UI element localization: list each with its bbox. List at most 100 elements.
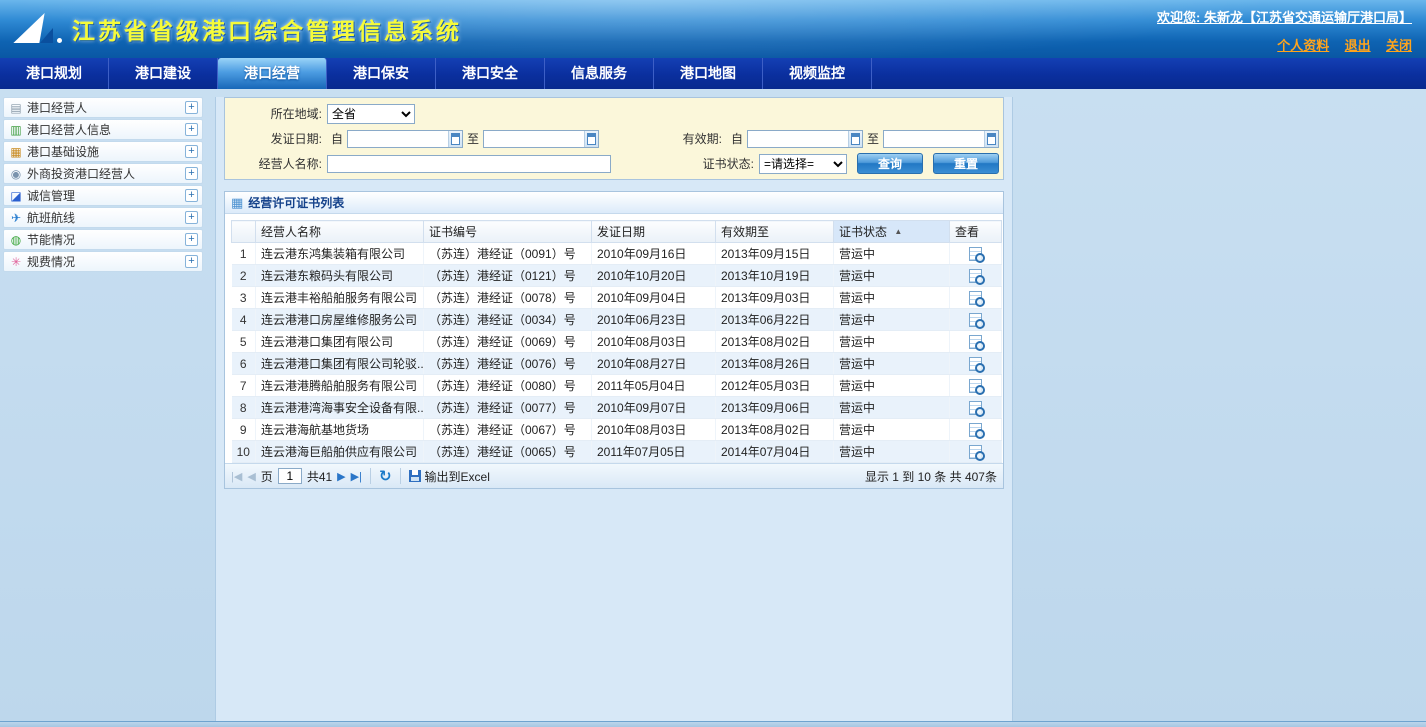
tab-port-construction[interactable]: 港口建设 (109, 58, 218, 89)
document-icon: ▤ (8, 101, 24, 115)
tab-port-planning[interactable]: 港口规划 (0, 58, 109, 89)
issue-date-to-input[interactable] (484, 131, 584, 147)
cert-status-label: 证书状态: (683, 155, 759, 172)
tab-video-monitor[interactable]: 视频监控 (763, 58, 872, 89)
cell-issue-date: 2010年09月07日 (592, 397, 716, 419)
view-icon[interactable] (969, 401, 982, 415)
table-row[interactable]: 5 连云港港口集团有限公司 （苏连）港经证（0069）号 2010年08月03日… (232, 331, 1002, 353)
to-label: 至 (867, 130, 879, 147)
expand-icon[interactable]: + (185, 167, 198, 180)
page-input[interactable] (278, 468, 302, 484)
cell-valid-until: 2013年10月19日 (716, 265, 834, 287)
next-page-button[interactable]: ▶ (337, 470, 345, 483)
to-label: 至 (467, 130, 479, 147)
region-select[interactable]: 全省 (327, 104, 415, 124)
tab-port-security[interactable]: 港口保安 (327, 58, 436, 89)
expand-icon[interactable]: + (185, 211, 198, 224)
expand-icon[interactable]: + (185, 123, 198, 136)
col-valid-until[interactable]: 有效期至 (716, 221, 834, 243)
table-row[interactable]: 7 连云港港腾船舶服务有限公司 （苏连）港经证（0080）号 2011年05月0… (232, 375, 1002, 397)
col-issue-date[interactable]: 发证日期 (592, 221, 716, 243)
sidebar-item-foreign-invested-operators[interactable]: ◉ 外商投资港口经营人 + (3, 163, 203, 184)
view-icon[interactable] (969, 313, 982, 327)
table-row[interactable]: 10 连云港海巨船舶供应有限公司 （苏连）港经证（0065）号 2011年07月… (232, 441, 1002, 463)
view-icon[interactable] (969, 357, 982, 371)
export-excel-button[interactable]: 输出到Excel (409, 468, 490, 485)
sidebar-item-shipping-routes[interactable]: ✈ 航班航线 + (3, 207, 203, 228)
close-link[interactable]: 关闭 (1386, 38, 1412, 53)
sidebar-item-port-operators[interactable]: ▤ 港口经营人 + (3, 97, 203, 118)
tab-port-operation[interactable]: 港口经营 (218, 58, 327, 89)
view-icon[interactable] (969, 445, 982, 459)
cell-issue-date: 2010年08月27日 (592, 353, 716, 375)
table-row[interactable]: 6 连云港港口集团有限公司轮驳... （苏连）港经证（0076）号 2010年0… (232, 353, 1002, 375)
calendar-icon[interactable] (584, 131, 598, 147)
calendar-icon[interactable] (984, 131, 998, 147)
cell-valid-until: 2013年09月15日 (716, 243, 834, 265)
profile-link[interactable]: 个人资料 (1277, 38, 1329, 53)
col-cert-no[interactable]: 证书编号 (424, 221, 592, 243)
app-logo-icon (14, 9, 62, 51)
col-view[interactable]: 查看 (950, 221, 1002, 243)
grid-icon: ▦ (231, 195, 243, 211)
document-info-icon: ▥ (8, 123, 24, 137)
cell-cert-no: （苏连）港经证（0091）号 (424, 243, 592, 265)
table-row[interactable]: 1 连云港东鸿集装箱有限公司 （苏连）港经证（0091）号 2010年09月16… (232, 243, 1002, 265)
cell-cert-no: （苏连）港经证（0121）号 (424, 265, 592, 287)
query-button[interactable]: 查询 (857, 153, 923, 174)
view-icon[interactable] (969, 379, 982, 393)
tab-port-safety[interactable]: 港口安全 (436, 58, 545, 89)
sidebar-item-credit-management[interactable]: ◪ 诚信管理 + (3, 185, 203, 206)
col-cert-status[interactable]: 证书状态 ▲ (834, 221, 950, 243)
issue-date-from-input[interactable] (348, 131, 448, 147)
expand-icon[interactable]: + (185, 145, 198, 158)
cell-operator-name: 连云港港口集团有限公司 (256, 331, 424, 353)
calendar-icon[interactable] (448, 131, 462, 147)
tab-port-map[interactable]: 港口地图 (654, 58, 763, 89)
prev-page-button[interactable]: ◀ (247, 470, 255, 483)
view-icon[interactable] (969, 423, 982, 437)
from-label: 自 (731, 130, 743, 147)
reset-button[interactable]: 重置 (933, 153, 999, 174)
table-row[interactable]: 2 连云港东粮码头有限公司 （苏连）港经证（0121）号 2010年10月20日… (232, 265, 1002, 287)
issue-date-label: 发证日期: (229, 130, 327, 147)
validity-label: 有效期: (651, 130, 727, 147)
region-label: 所在地域: (229, 105, 327, 122)
asterisk-icon: ✳ (8, 255, 24, 269)
cell-valid-until: 2013年08月02日 (716, 419, 834, 441)
col-row-number (232, 221, 256, 243)
view-icon[interactable] (969, 291, 982, 305)
cell-status: 营运中 (834, 419, 950, 441)
cell-status: 营运中 (834, 353, 950, 375)
expand-icon[interactable]: + (185, 255, 198, 268)
tab-info-service[interactable]: 信息服务 (545, 58, 654, 89)
cell-cert-no: （苏连）港经证（0034）号 (424, 309, 592, 331)
table-row[interactable]: 8 连云港港湾海事安全设备有限... （苏连）港经证（0077）号 2010年0… (232, 397, 1002, 419)
view-icon[interactable] (969, 247, 982, 261)
calendar-icon[interactable] (848, 131, 862, 147)
view-icon[interactable] (969, 269, 982, 283)
cert-status-select[interactable]: =请选择= (759, 154, 847, 174)
logout-link[interactable]: 退出 (1345, 38, 1371, 53)
first-page-button[interactable]: |◀ (231, 470, 242, 483)
expand-icon[interactable]: + (185, 101, 198, 114)
table-row[interactable]: 4 连云港港口房屋维修服务公司 （苏连）港经证（0034）号 2010年06月2… (232, 309, 1002, 331)
view-icon[interactable] (969, 335, 982, 349)
cell-valid-until: 2013年09月03日 (716, 287, 834, 309)
sidebar-item-port-infrastructure[interactable]: ▦ 港口基础设施 + (3, 141, 203, 162)
table-row[interactable]: 9 连云港海航基地货场 （苏连）港经证（0067）号 2010年08月03日 2… (232, 419, 1002, 441)
last-page-button[interactable]: ▶| (351, 470, 362, 483)
sidebar-item-operator-info[interactable]: ▥ 港口经营人信息 + (3, 119, 203, 140)
refresh-icon[interactable]: ↻ (379, 469, 392, 484)
validity-from-input[interactable] (748, 131, 848, 147)
table-row[interactable]: 3 连云港丰裕船舶服务有限公司 （苏连）港经证（0078）号 2010年09月0… (232, 287, 1002, 309)
sidebar-item-energy-saving[interactable]: ◍ 节能情况 + (3, 229, 203, 250)
col-operator-name[interactable]: 经营人名称 (256, 221, 424, 243)
cell-issue-date: 2010年09月04日 (592, 287, 716, 309)
expand-icon[interactable]: + (185, 233, 198, 246)
validity-to-input[interactable] (884, 131, 984, 147)
sidebar-item-fees[interactable]: ✳ 规费情况 + (3, 251, 203, 272)
operator-name-input[interactable] (327, 155, 611, 173)
grid-title-bar: ▦ 经营许可证书列表 (225, 192, 1003, 214)
expand-icon[interactable]: + (185, 189, 198, 202)
